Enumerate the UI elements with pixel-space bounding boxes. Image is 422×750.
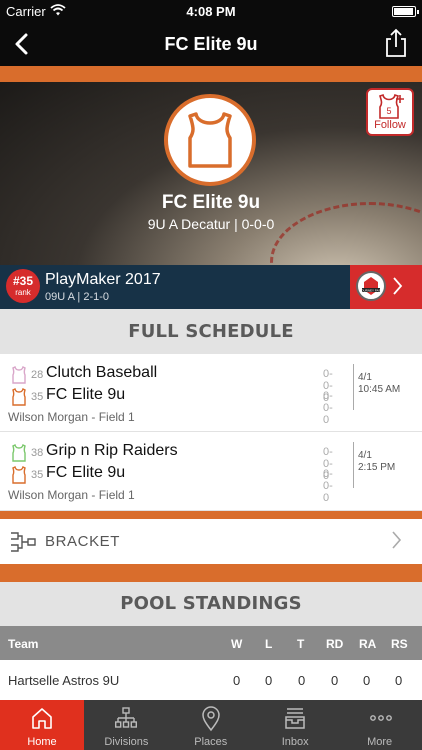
rank-number: #35 bbox=[12, 274, 34, 288]
tab-places[interactable]: Places bbox=[169, 700, 253, 750]
team-name: FC Elite 9u bbox=[46, 464, 126, 481]
battery-icon bbox=[392, 6, 419, 17]
column-header-ra: RA bbox=[359, 637, 377, 651]
follow-label: Follow bbox=[374, 119, 406, 131]
follow-count: 5 bbox=[386, 106, 391, 116]
full-schedule-title: FULL SCHEDULE bbox=[128, 321, 294, 342]
follow-button[interactable]: 5 Follow bbox=[366, 88, 414, 136]
team-subtitle: 9U A Decatur | 0-0-0 bbox=[147, 216, 275, 232]
chevron-right-icon bbox=[392, 531, 402, 549]
tab-label: More bbox=[367, 736, 393, 748]
column-header-rs: RS bbox=[391, 637, 408, 651]
event-banner[interactable]: #35 rank PlayMaker 2017 09U A | 2-1-0 TO… bbox=[0, 265, 422, 309]
standing-w: 0 bbox=[233, 673, 241, 688]
game-divider bbox=[353, 364, 354, 410]
map-pin-icon bbox=[202, 706, 220, 732]
tourney-pass-icon: TOURNEY PASS bbox=[359, 277, 383, 295]
rank-label: rank bbox=[15, 288, 31, 297]
game-team-row: 35 FC Elite 9u 0-0-0 bbox=[0, 386, 333, 426]
accent-strip bbox=[0, 66, 422, 82]
bracket-link[interactable]: BRACKET bbox=[0, 519, 422, 564]
pool-standings-title: POOL STANDINGS bbox=[120, 593, 302, 614]
tourney-pass-badge: TOURNEY PASS bbox=[356, 271, 386, 301]
game-team-row: 38 Grip n Rip Raiders 0-0-0 bbox=[0, 442, 333, 482]
standing-l: 0 bbox=[265, 673, 273, 688]
column-header-w: W bbox=[231, 637, 243, 651]
tab-bar: Home Divisions Places Inbox More bbox=[0, 700, 422, 750]
team-name: Clutch Baseball bbox=[46, 364, 158, 381]
event-details: 09U A | 2-1-0 bbox=[45, 291, 110, 303]
column-header-l: L bbox=[265, 637, 273, 651]
status-bar: Carrier 4:08 PM bbox=[0, 0, 422, 22]
tab-label: Home bbox=[27, 736, 57, 748]
nav-title: FC Elite 9u bbox=[164, 34, 258, 54]
table-row[interactable]: Hartselle Astros 9U 0 0 0 0 0 0 bbox=[0, 660, 422, 700]
accent-strip bbox=[0, 511, 422, 519]
game-divider bbox=[353, 442, 354, 488]
team-jersey-icon bbox=[12, 388, 26, 406]
tab-inbox[interactable]: Inbox bbox=[253, 700, 337, 750]
standings-table-header: Team W L T RD RA RS bbox=[0, 626, 422, 660]
divisions-icon bbox=[115, 707, 138, 728]
column-header-rd: RD bbox=[326, 637, 344, 651]
team-jersey-icon bbox=[12, 466, 26, 484]
team-seed: 35 bbox=[31, 391, 44, 403]
standing-rd: 0 bbox=[331, 673, 339, 688]
event-name: PlayMaker 2017 bbox=[45, 271, 161, 288]
game-time: 2:15 PM bbox=[358, 462, 396, 473]
schedule-game[interactable]: 38 Grip n Rip Raiders 0-0-0 35 FC Elite … bbox=[0, 432, 422, 511]
tab-label: Inbox bbox=[281, 736, 309, 748]
game-team-row: 28 Clutch Baseball 0-0-0 bbox=[0, 364, 333, 404]
game-date: 4/1 bbox=[358, 450, 372, 461]
team-logo bbox=[164, 94, 256, 186]
team-seed: 35 bbox=[31, 469, 44, 481]
game-venue: Wilson Morgan - Field 1 bbox=[8, 410, 135, 424]
tab-more[interactable]: More bbox=[338, 700, 422, 750]
team-score: 0-0-0 bbox=[323, 468, 333, 504]
inbox-icon bbox=[285, 708, 305, 729]
team-jersey-icon bbox=[12, 444, 26, 462]
follow-jersey-icon: 5 bbox=[378, 93, 404, 119]
standing-t: 0 bbox=[298, 673, 306, 688]
team-name: Grip n Rip Raiders bbox=[46, 442, 178, 459]
team-name: FC Elite 9u bbox=[161, 192, 261, 213]
team-jersey-icon bbox=[12, 366, 26, 384]
full-schedule-header: FULL SCHEDULE bbox=[0, 309, 422, 354]
team-seed: 28 bbox=[31, 369, 44, 381]
chevron-right-icon bbox=[393, 277, 403, 295]
column-header-team: Team bbox=[8, 637, 39, 651]
pool-standings-header: POOL STANDINGS bbox=[0, 582, 422, 626]
more-icon bbox=[369, 715, 392, 721]
tab-home[interactable]: Home bbox=[0, 700, 85, 750]
bracket-label: BRACKET bbox=[45, 533, 121, 550]
game-venue: Wilson Morgan - Field 1 bbox=[8, 488, 135, 502]
game-time: 10:45 AM bbox=[358, 384, 401, 395]
standing-team: Hartselle Astros 9U bbox=[8, 673, 120, 688]
standing-ra: 0 bbox=[363, 673, 371, 688]
team-score: 0-0-0 bbox=[323, 390, 333, 426]
rank-badge: #35 rank bbox=[6, 269, 40, 303]
share-icon[interactable] bbox=[382, 28, 410, 58]
column-header-t: T bbox=[297, 637, 305, 651]
tab-label: Divisions bbox=[104, 736, 149, 748]
home-icon bbox=[32, 708, 52, 729]
navigation-bar: FC Elite 9u bbox=[0, 22, 422, 66]
game-date: 4/1 bbox=[358, 372, 372, 383]
team-name: FC Elite 9u bbox=[46, 386, 126, 403]
accent-strip bbox=[0, 564, 422, 582]
event-open-button[interactable]: TOURNEY PASS bbox=[350, 265, 422, 309]
tourney-pass-label: TOURNEY PASS bbox=[359, 288, 382, 292]
tab-label: Places bbox=[194, 736, 228, 748]
jersey-icon bbox=[188, 112, 232, 168]
team-seed: 38 bbox=[31, 447, 44, 459]
bracket-icon bbox=[11, 532, 36, 552]
team-hero: FC Elite 9u 9U A Decatur | 0-0-0 5 Follo… bbox=[0, 82, 422, 265]
standing-rs: 0 bbox=[395, 673, 403, 688]
game-team-row: 35 FC Elite 9u 0-0-0 bbox=[0, 464, 333, 504]
schedule-game[interactable]: 28 Clutch Baseball 0-0-0 35 FC Elite 9u … bbox=[0, 354, 422, 432]
clock: 4:08 PM bbox=[186, 4, 236, 19]
tab-divisions[interactable]: Divisions bbox=[84, 700, 168, 750]
